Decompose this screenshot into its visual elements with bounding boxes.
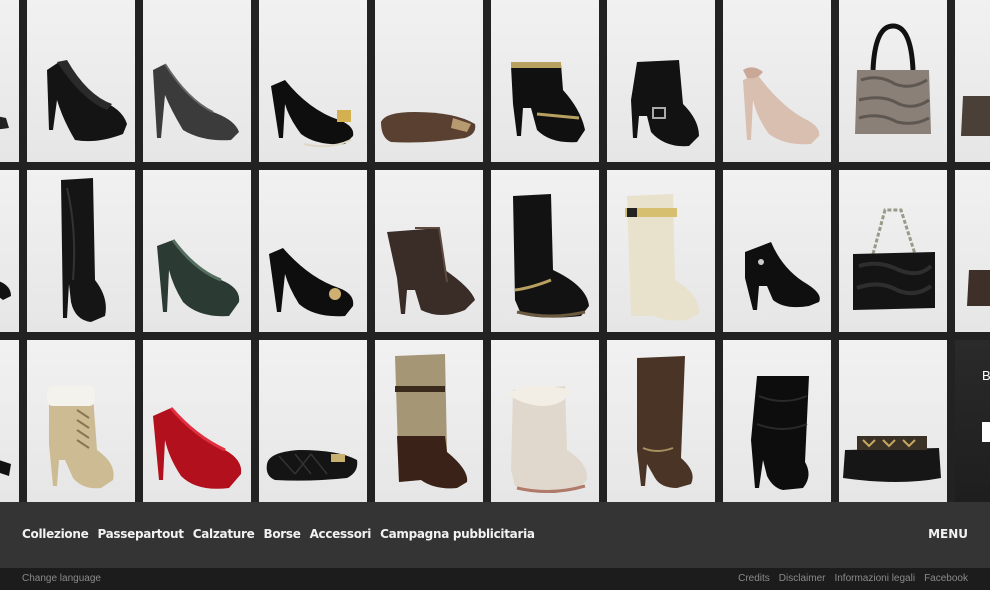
product-tile[interactable]	[143, 340, 251, 502]
product-tile[interactable]	[143, 170, 251, 332]
bag-icon	[967, 270, 990, 306]
product-tile[interactable]	[143, 0, 251, 162]
nude-pump-icon	[743, 67, 820, 145]
product-tile[interactable]	[491, 340, 599, 502]
buckle-bootie-icon	[631, 60, 699, 147]
footer-link-credits[interactable]: Credits	[738, 573, 770, 584]
quilted-flat-icon	[266, 450, 358, 481]
shearling-boot-icon	[513, 194, 589, 318]
pump-icon	[0, 116, 9, 130]
tweed-pump-icon	[157, 239, 240, 317]
product-tile[interactable]	[723, 340, 831, 502]
lace-up-bootie-icon	[47, 386, 114, 489]
fur-bag-icon	[855, 23, 931, 134]
promo-text: B	[982, 368, 990, 383]
product-tile[interactable]	[607, 0, 715, 162]
suede-pump-icon	[271, 80, 354, 148]
footer: Change language Credits Disclaimer Infor…	[0, 568, 990, 590]
bag-icon	[961, 96, 990, 136]
product-tile[interactable]	[259, 340, 367, 502]
slouch-boot-icon	[751, 376, 809, 490]
fur-boot-icon	[507, 385, 588, 494]
product-tile[interactable]	[259, 0, 367, 162]
tall-boot-icon	[395, 354, 468, 489]
product-tile[interactable]	[723, 170, 831, 332]
nav-item-campagna-pubblicitaria[interactable]: Campagna pubblicitaria	[380, 527, 535, 541]
nav-item-calzature[interactable]: Calzature	[193, 527, 255, 541]
suede-tall-boot-icon	[637, 356, 693, 488]
product-tile[interactable]	[259, 170, 367, 332]
pump-icon	[0, 281, 11, 300]
fur-chain-bag-icon	[853, 208, 935, 310]
product-tile[interactable]	[839, 170, 947, 332]
open-bootie-icon	[387, 227, 475, 315]
product-tile[interactable]	[491, 170, 599, 332]
product-tile[interactable]	[375, 170, 483, 332]
rain-boot-icon	[625, 194, 700, 321]
ballet-flat-icon	[381, 112, 476, 143]
product-tile[interactable]	[27, 340, 135, 502]
product-tile[interactable]	[375, 0, 483, 162]
product-tile[interactable]	[27, 170, 135, 332]
product-tile[interactable]	[491, 0, 599, 162]
product-tile[interactable]	[375, 340, 483, 502]
product-tile[interactable]	[607, 340, 715, 502]
product-tile[interactable]	[0, 0, 19, 162]
change-language-link[interactable]: Change language	[22, 573, 101, 584]
menu-button[interactable]: MENU	[928, 527, 968, 541]
product-tile[interactable]	[723, 0, 831, 162]
product-tile[interactable]	[27, 0, 135, 162]
product-tile[interactable]	[955, 170, 990, 332]
product-tile[interactable]	[839, 340, 947, 502]
cutout-bootie-icon	[511, 62, 585, 143]
nav-item-accessori[interactable]: Accessori	[310, 527, 372, 541]
product-tile[interactable]	[955, 0, 990, 162]
product-tile[interactable]	[0, 170, 19, 332]
footer-link-disclaimer[interactable]: Disclaimer	[779, 573, 826, 584]
tweed-pump-icon	[153, 63, 239, 141]
main-navigation: Collezione Passepartout Calzature Borse …	[0, 502, 990, 568]
studded-clutch-icon	[843, 436, 941, 482]
nav-item-passepartout[interactable]: Passepartout	[97, 527, 184, 541]
nav-links: Collezione Passepartout Calzature Borse …	[22, 527, 535, 541]
footer-links: Credits Disclaimer Informazioni legali F…	[738, 573, 968, 584]
product-tile[interactable]	[0, 340, 19, 502]
product-grid: B	[0, 0, 990, 502]
satin-pump-icon	[153, 407, 242, 489]
footer-link-facebook[interactable]: Facebook	[924, 573, 968, 584]
boot-icon	[0, 460, 11, 476]
black-bootie-icon	[745, 242, 820, 310]
product-tile[interactable]	[607, 170, 715, 332]
nav-item-borse[interactable]: Borse	[263, 527, 300, 541]
footer-link-informazioni-legali[interactable]: Informazioni legali	[834, 573, 915, 584]
promo-mark	[982, 422, 990, 442]
product-tile[interactable]	[839, 0, 947, 162]
suede-pump-icon	[269, 248, 354, 317]
thigh-boot-icon	[61, 178, 106, 322]
nav-item-collezione[interactable]: Collezione	[22, 527, 89, 541]
promo-panel[interactable]	[955, 340, 990, 502]
peep-toe-pump-icon	[47, 60, 127, 142]
